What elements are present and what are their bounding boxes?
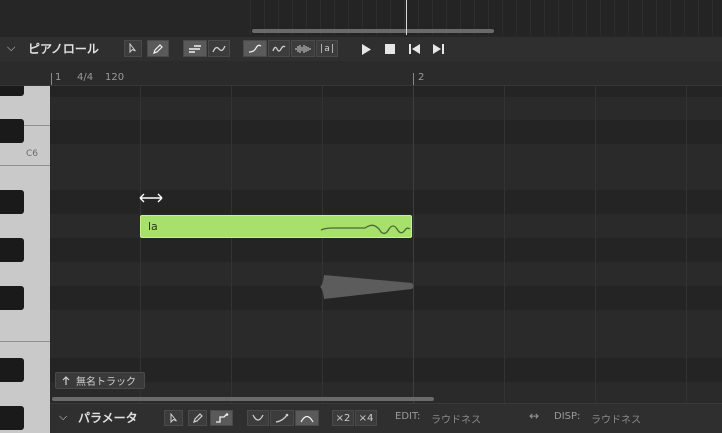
track-selector[interactable]: 無名トラック [55, 372, 145, 389]
loudness-shape [320, 275, 414, 299]
black-key[interactable] [0, 238, 24, 262]
skip-back-icon [408, 44, 420, 54]
stop-button[interactable] [382, 41, 398, 57]
playhead[interactable] [406, 0, 407, 35]
pitch-curve [320, 224, 411, 235]
param-curve-arch-button[interactable] [295, 410, 319, 426]
param-curve-down-button[interactable] [247, 410, 269, 426]
beat-line [140, 86, 141, 403]
bar-line [413, 86, 414, 403]
timeline-ruler[interactable]: 1 4/4 120 2 [0, 61, 722, 86]
piano-roll-header: ⌵ ピアノロール |a| [0, 37, 722, 61]
beat-line [231, 86, 232, 403]
parameter-title: パラメータ [78, 411, 138, 425]
beat-line [686, 86, 687, 403]
curve-arch-icon [300, 415, 314, 423]
lyric-view-button[interactable]: |a| [316, 40, 338, 57]
tempo: 120 [105, 72, 125, 83]
skip-to-start-button[interactable] [406, 41, 422, 57]
pencil-icon [153, 43, 163, 54]
edit-label: EDIT: [395, 411, 421, 422]
play-icon [362, 43, 371, 55]
multiply-4-label: ×4 [358, 412, 374, 424]
curve-view-button[interactable] [243, 40, 267, 57]
note-bars-icon [189, 44, 201, 53]
multiply-2-label: ×2 [335, 412, 351, 424]
beat-line [322, 86, 323, 403]
resize-cursor-icon [139, 193, 163, 203]
grid-row-black [50, 86, 722, 97]
spectrum-view-button[interactable] [291, 40, 315, 57]
stop-icon [385, 44, 395, 54]
pencil-icon [192, 413, 203, 423]
grid-row-black [50, 120, 722, 144]
black-key[interactable] [0, 190, 24, 214]
note-block[interactable]: la [140, 215, 412, 238]
curve-down-icon [252, 414, 264, 421]
param-line-button[interactable] [210, 410, 233, 426]
pencil-tool-button[interactable] [147, 40, 169, 57]
multiply-4-button[interactable]: ×4 [355, 410, 377, 426]
beat-line [595, 86, 596, 403]
parameter-header: ⌵ パラメータ ×2 ×4 EDIT: ラウドネス ↔ DISP: ラウドネス [50, 403, 722, 433]
curve-icon [248, 44, 262, 53]
time-signature: 4/4 [77, 72, 94, 83]
pointer-icon [129, 43, 136, 54]
bar-2-tick [413, 73, 414, 85]
beat-line [504, 86, 505, 403]
piano-keyboard[interactable]: C6 [0, 86, 50, 433]
track-name: 無名トラック [76, 377, 136, 388]
black-key[interactable] [0, 406, 24, 430]
play-button[interactable] [358, 41, 374, 57]
bar-1-label: 1 [55, 72, 62, 83]
collapse-chevron-icon[interactable]: ⌵ [7, 41, 15, 55]
pitch-edit-mode-button[interactable] [208, 40, 230, 57]
pitch-curve-icon [212, 45, 226, 52]
multiply-2-button[interactable]: ×2 [332, 410, 354, 426]
collapse-chevron-icon[interactable]: ⌵ [59, 410, 67, 424]
swap-icon[interactable]: ↔ [529, 409, 539, 423]
edit-parameter-select[interactable]: ラウドネス [431, 411, 481, 426]
step-line-icon [215, 413, 228, 423]
lyric-view-label: |a| [318, 43, 336, 54]
arrow-up-icon [62, 375, 70, 385]
grid-row-black [50, 358, 722, 382]
wave-view-button[interactable] [268, 40, 290, 57]
note-edit-mode-button[interactable] [183, 40, 207, 57]
skip-forward-icon [432, 44, 444, 54]
white-key-edge [0, 165, 50, 166]
grid-row-black [50, 238, 722, 262]
black-key[interactable] [0, 358, 24, 382]
param-pointer-button[interactable] [164, 410, 183, 426]
piano-roll-title: ピアノロール [28, 42, 99, 56]
param-pencil-button[interactable] [188, 410, 207, 426]
horizontal-scrollbar[interactable] [52, 397, 434, 401]
bar-1-tick [51, 73, 52, 85]
black-key[interactable] [0, 286, 24, 310]
wave-icon [272, 45, 286, 52]
param-curve-up-button[interactable] [270, 410, 294, 426]
pointer-tool-button[interactable] [124, 40, 142, 57]
arrangement-scrollbar[interactable] [252, 29, 494, 33]
c6-label: C6 [26, 149, 39, 159]
white-key-edge [0, 341, 50, 342]
curve-up-icon [275, 413, 289, 423]
display-parameter-select[interactable]: ラウドネス [591, 411, 641, 426]
black-key[interactable] [0, 86, 24, 96]
arrangement-strip [0, 0, 722, 37]
skip-to-end-button[interactable] [430, 41, 446, 57]
bar-2-label: 2 [418, 72, 425, 83]
note-lyric: la [148, 220, 158, 233]
note-grid[interactable]: la 無名トラック [50, 86, 722, 403]
pointer-icon [170, 412, 177, 423]
disp-label: DISP: [554, 411, 581, 422]
spectrum-icon [295, 44, 311, 53]
black-key[interactable] [0, 119, 24, 143]
